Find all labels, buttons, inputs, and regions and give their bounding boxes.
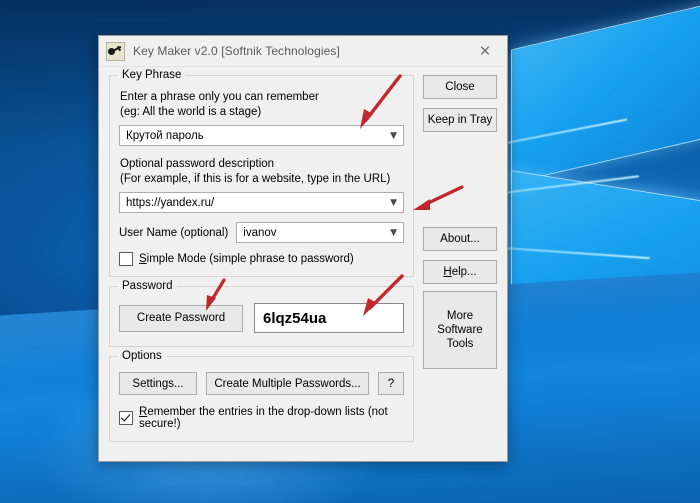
username-label: User Name (optional)	[119, 226, 229, 239]
main-content: Key Phrase Enter a phrase only you can r…	[109, 69, 414, 451]
simple-mode-checkbox[interactable]	[119, 252, 133, 266]
close-button[interactable]: Close	[423, 75, 497, 99]
description-hint: Optional password description (For examp…	[120, 157, 404, 186]
simple-mode-text: imple Mode (simple phrase to password)	[146, 253, 354, 265]
window-title: Key Maker v2.0 [Softnik Technologies]	[133, 44, 340, 58]
key-phrase-hint-line2: (eg: All the world is a stage)	[120, 105, 262, 118]
password-output-field[interactable]: 6lqz54ua	[254, 303, 404, 333]
more-tools-line2: Software	[437, 324, 483, 336]
title-bar: Key Maker v2.0 [Softnik Technologies] ✕	[99, 36, 507, 67]
simple-mode-accel: S	[139, 253, 147, 265]
password-legend: Password	[118, 280, 177, 292]
password-output-value: 6lqz54ua	[263, 309, 327, 327]
remember-entries-row[interactable]: Remember the entries in the drop-down li…	[119, 406, 404, 430]
close-icon[interactable]: ✕	[463, 36, 507, 65]
key-phrase-value: Крутой пароль	[126, 129, 204, 142]
description-hint-line1: Optional password description	[120, 158, 275, 170]
create-password-button[interactable]: Create Password	[119, 304, 243, 332]
key-phrase-group: Key Phrase Enter a phrase only you can r…	[109, 69, 414, 277]
side-button-column: Close Keep in Tray About... Help... More…	[423, 75, 497, 451]
username-combobox[interactable]: ivanov ▼	[236, 222, 404, 243]
key-phrase-hint: Enter a phrase only you can remember (eg…	[120, 90, 404, 119]
more-tools-line3: Tools	[446, 338, 474, 350]
key-phrase-combobox[interactable]: Крутой пароль ▼	[119, 125, 404, 146]
password-group: Password Create Password 6lqz54ua	[109, 280, 414, 347]
settings-button[interactable]: Settings...	[119, 372, 197, 395]
description-combobox[interactable]: https://yandex.ru/ ▼	[119, 192, 404, 213]
description-hint-line2: (For example, if this is for a website, …	[120, 172, 391, 185]
help-text: elp...	[451, 266, 477, 278]
options-group: Options Settings... Create Multiple Pass…	[109, 350, 414, 442]
chevron-down-icon[interactable]: ▼	[390, 126, 397, 145]
help-button[interactable]: Help...	[423, 260, 497, 284]
more-tools-line1: More	[446, 310, 474, 322]
remember-entries-checkbox[interactable]	[119, 411, 133, 425]
chevron-down-icon[interactable]: ▼	[390, 223, 397, 242]
key-icon	[106, 41, 125, 61]
username-row: User Name (optional) ivanov ▼	[119, 222, 404, 243]
remember-entries-text: emember the entries in the drop-down lis…	[139, 406, 388, 430]
help-accel: H	[443, 266, 452, 278]
chevron-down-icon[interactable]: ▼	[390, 193, 397, 212]
simple-mode-row[interactable]: Simple Mode (simple phrase to password)	[119, 252, 404, 266]
keep-in-tray-button[interactable]: Keep in Tray	[423, 108, 497, 132]
remember-entries-label: Remember the entries in the drop-down li…	[139, 406, 404, 430]
create-multiple-passwords-button[interactable]: Create Multiple Passwords...	[206, 372, 369, 395]
key-phrase-hint-line1: Enter a phrase only you can remember	[120, 91, 319, 103]
help-question-button[interactable]: ?	[378, 372, 404, 395]
more-software-tools-button[interactable]: More Software Tools	[423, 291, 497, 369]
simple-mode-label: Simple Mode (simple phrase to password)	[139, 253, 354, 265]
key-maker-window: Key Maker v2.0 [Softnik Technologies] ✕ …	[98, 35, 508, 462]
description-value: https://yandex.ru/	[126, 196, 215, 209]
options-legend: Options	[118, 350, 166, 362]
key-phrase-legend: Key Phrase	[118, 69, 186, 81]
about-button[interactable]: About...	[423, 227, 497, 251]
username-value: ivanov	[243, 226, 277, 239]
